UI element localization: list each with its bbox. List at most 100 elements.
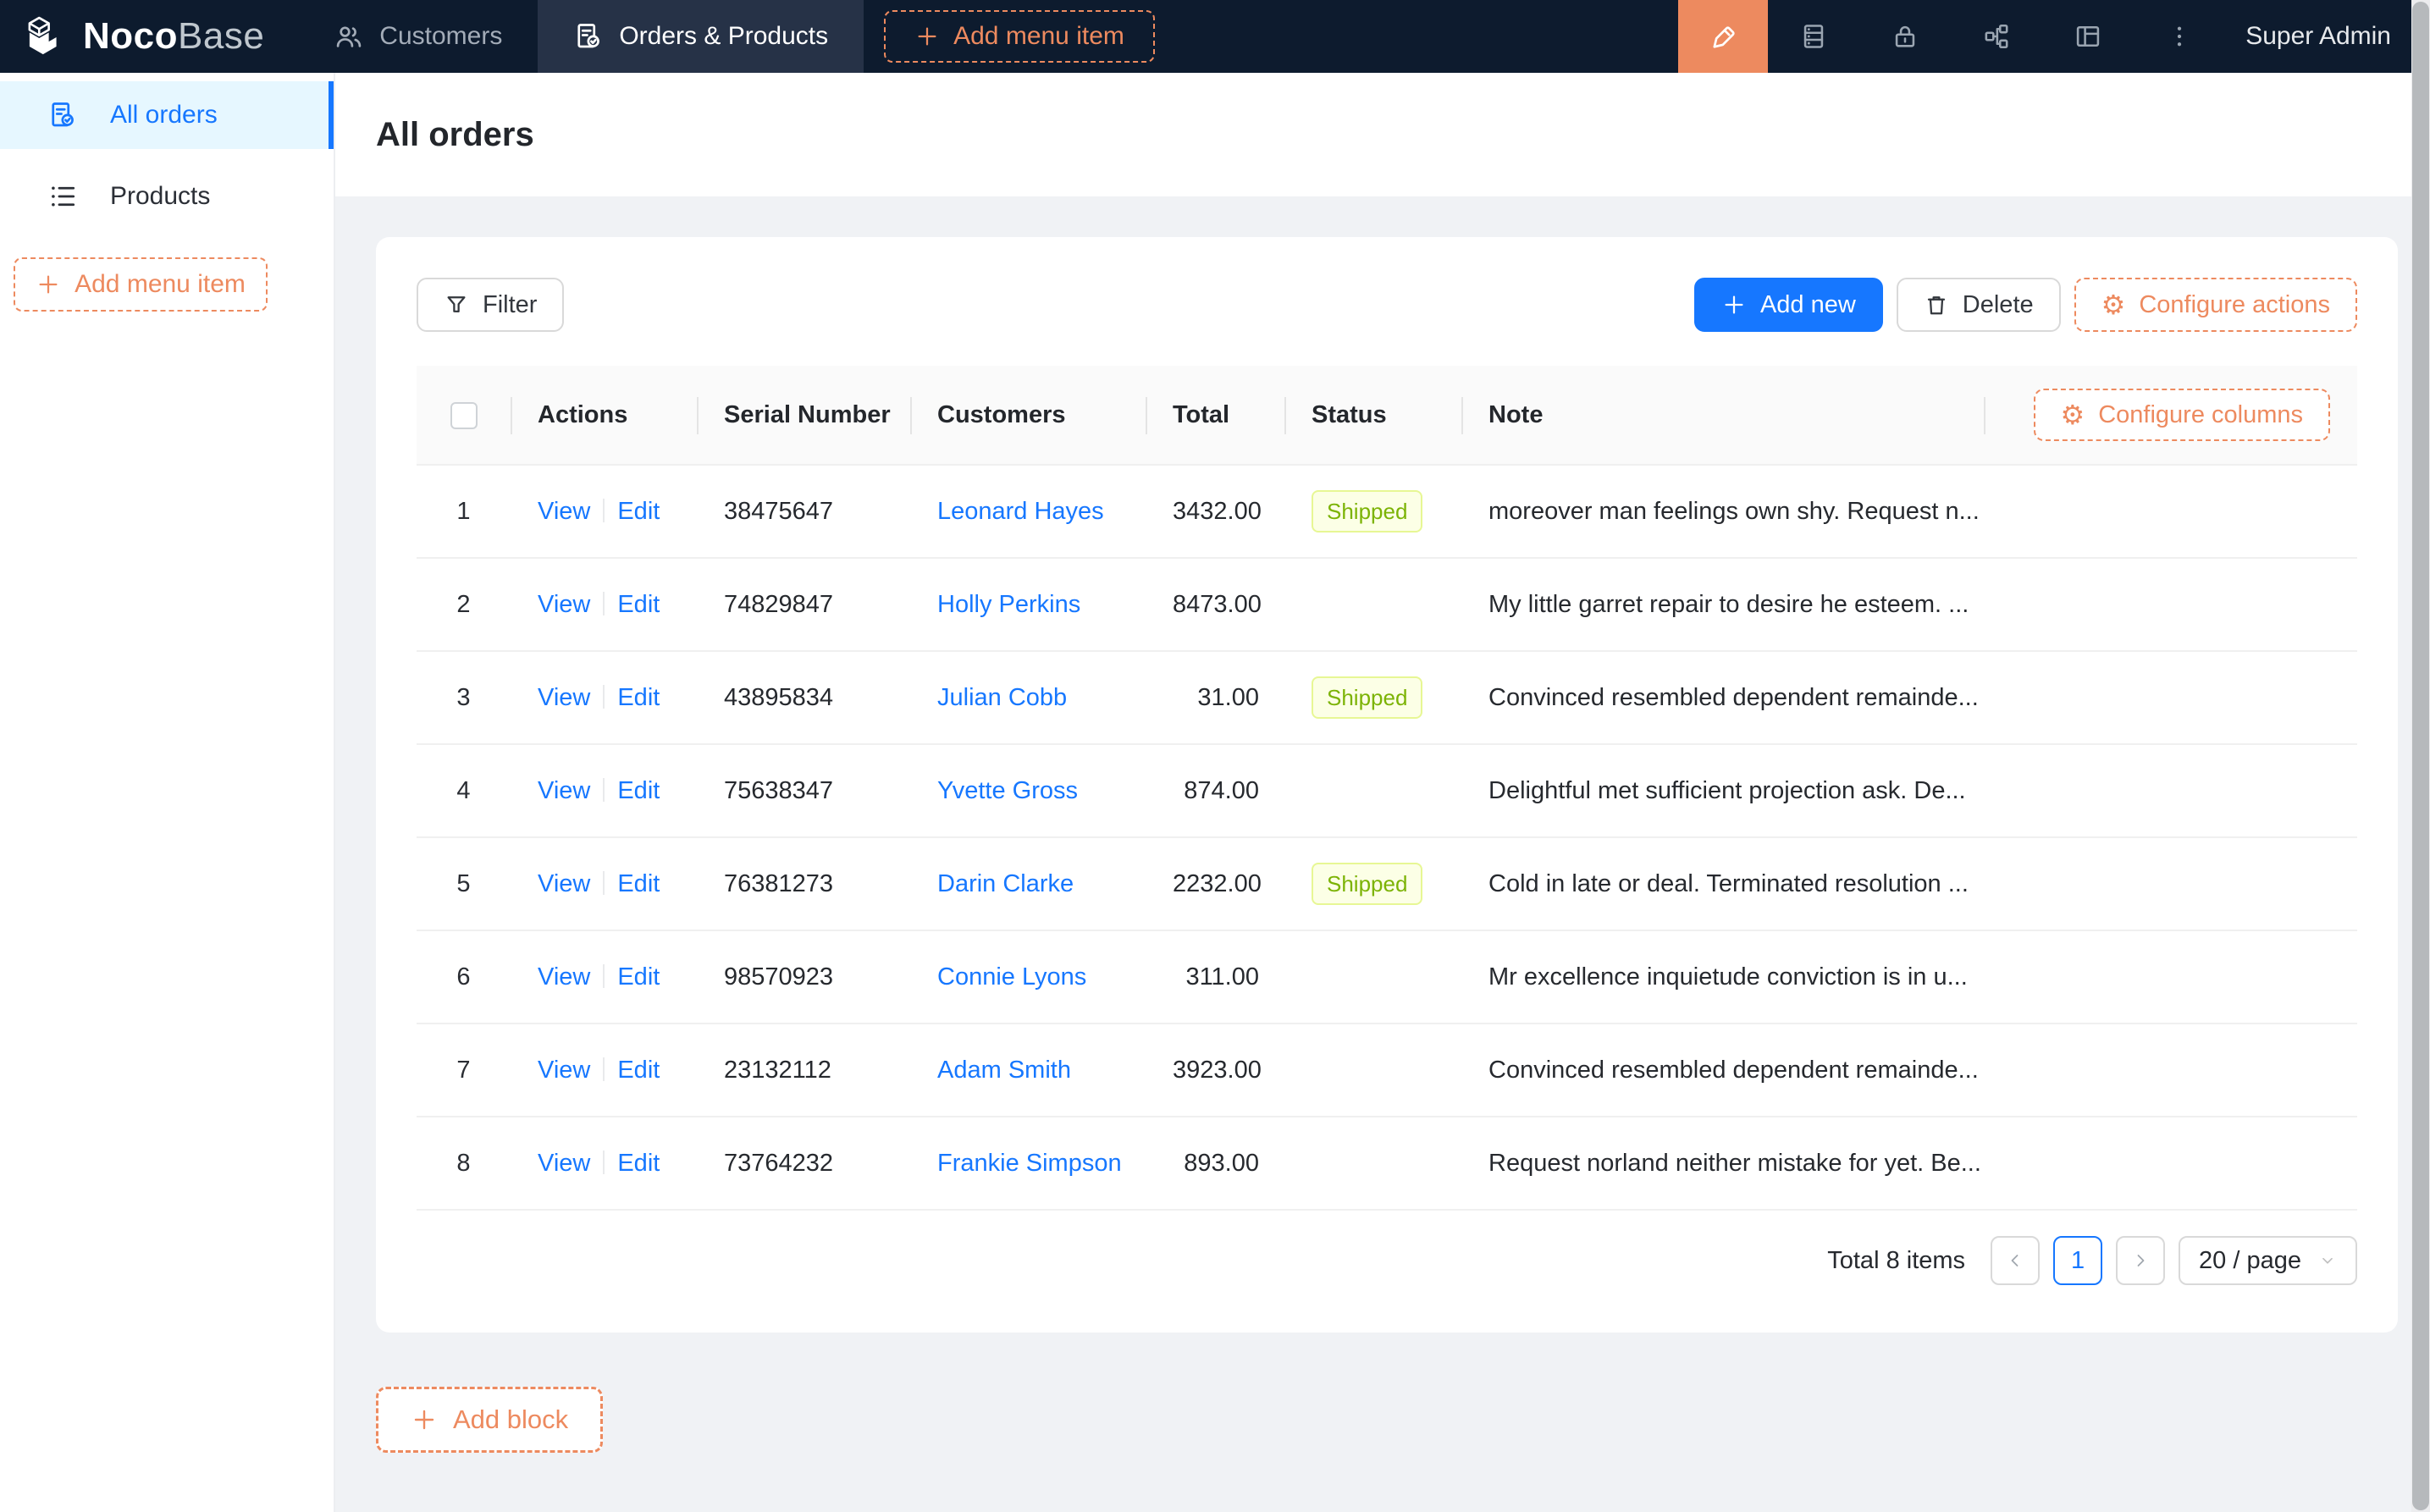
customer-link[interactable]: Holly Perkins bbox=[937, 591, 1080, 618]
more-vertical-icon bbox=[2165, 22, 2194, 51]
tab-orders-products[interactable]: Orders & Products bbox=[538, 0, 864, 73]
configure-actions-button[interactable]: ⚙ Configure actions bbox=[2074, 278, 2357, 332]
row-index: 3 bbox=[417, 652, 511, 745]
serial-number-cell: 75638347 bbox=[697, 745, 910, 838]
note-cell: Delightful met sufficient projection ask… bbox=[1461, 745, 1984, 838]
gear-icon: ⚙ bbox=[2101, 291, 2126, 318]
customer-link[interactable]: Leonard Hayes bbox=[937, 498, 1104, 525]
pagination: Total 8 items 1 20 / page bbox=[417, 1236, 2357, 1285]
link-divider bbox=[603, 685, 605, 709]
view-link[interactable]: View bbox=[538, 591, 590, 618]
tab-customers[interactable]: Customers bbox=[298, 0, 538, 73]
edit-link[interactable]: Edit bbox=[617, 684, 660, 711]
customer-link[interactable]: Julian Cobb bbox=[937, 684, 1067, 711]
table-row: 4 ViewEdit 75638347 Yvette Gross 874.00 … bbox=[417, 745, 2357, 838]
edit-link[interactable]: Edit bbox=[617, 1150, 660, 1177]
edit-link[interactable]: Edit bbox=[617, 591, 660, 618]
view-link[interactable]: View bbox=[538, 777, 590, 804]
list-icon bbox=[47, 181, 78, 212]
row-index: 2 bbox=[417, 559, 511, 652]
table-row: 1 ViewEdit 38475647 Leonard Hayes 3432.0… bbox=[417, 466, 2357, 559]
plus-icon bbox=[914, 24, 940, 49]
data-source-button[interactable] bbox=[1768, 0, 1859, 73]
chevron-down-icon bbox=[2318, 1251, 2337, 1270]
add-block-button[interactable]: Add block bbox=[376, 1387, 603, 1453]
link-divider bbox=[603, 1057, 605, 1081]
table-row: 8 ViewEdit 73764232 Frankie Simpson 893.… bbox=[417, 1117, 2357, 1211]
cube-logo-icon bbox=[25, 14, 69, 58]
row-index: 5 bbox=[417, 838, 511, 931]
status-badge: Shipped bbox=[1312, 676, 1422, 720]
customer-link[interactable]: Yvette Gross bbox=[937, 777, 1078, 804]
page-scrollbar[interactable] bbox=[2411, 0, 2430, 1512]
trash-icon bbox=[1924, 292, 1949, 317]
highlighter-icon bbox=[1708, 21, 1738, 52]
plus-icon bbox=[36, 272, 61, 297]
tab-label: Customers bbox=[379, 22, 502, 51]
nocobase-logo: NocoBase bbox=[0, 14, 298, 58]
ui-editor-button[interactable] bbox=[1678, 0, 1768, 73]
column-header-customers[interactable]: Customers bbox=[910, 366, 1146, 466]
row-index: 4 bbox=[417, 745, 511, 838]
edit-link[interactable]: Edit bbox=[617, 870, 660, 897]
table-row: 3 ViewEdit 43895834 Julian Cobb 31.00 Sh… bbox=[417, 652, 2357, 745]
edit-link[interactable]: Edit bbox=[617, 1057, 660, 1084]
column-header-total[interactable]: Total bbox=[1146, 366, 1284, 466]
brand-text: NocoBase bbox=[83, 15, 264, 58]
sidebar-add-menu-item-button[interactable]: Add menu item bbox=[14, 257, 268, 312]
filter-button[interactable]: Filter bbox=[417, 278, 564, 332]
row-index: 8 bbox=[417, 1117, 511, 1211]
serial-number-cell: 98570923 bbox=[697, 931, 910, 1024]
filter-icon bbox=[444, 292, 469, 317]
more-menu-button[interactable] bbox=[2134, 0, 2225, 73]
prev-page-button[interactable] bbox=[1991, 1236, 2040, 1285]
select-all-checkbox[interactable] bbox=[450, 402, 478, 429]
sidebar-item-products[interactable]: Products bbox=[0, 163, 334, 230]
table-row: 2 ViewEdit 74829847 Holly Perkins 8473.0… bbox=[417, 559, 2357, 652]
configure-columns-button[interactable]: ⚙ Configure columns bbox=[2034, 389, 2330, 441]
edit-link[interactable]: Edit bbox=[617, 963, 660, 991]
view-link[interactable]: View bbox=[538, 498, 590, 525]
workflow-button[interactable] bbox=[1951, 0, 2042, 73]
customer-link[interactable]: Darin Clarke bbox=[937, 870, 1074, 897]
edit-link[interactable]: Edit bbox=[617, 498, 660, 525]
tab-label: Orders & Products bbox=[619, 22, 828, 51]
page-number-button[interactable]: 1 bbox=[2053, 1236, 2102, 1285]
total-cell: 311.00 bbox=[1146, 931, 1284, 1024]
total-cell: 874.00 bbox=[1146, 745, 1284, 838]
view-link[interactable]: View bbox=[538, 684, 590, 711]
customer-link[interactable]: Frankie Simpson bbox=[937, 1150, 1122, 1177]
view-link[interactable]: View bbox=[538, 870, 590, 897]
view-link[interactable]: View bbox=[538, 1150, 590, 1177]
note-cell: Request norland neither mistake for yet.… bbox=[1461, 1117, 1984, 1211]
customer-link[interactable]: Adam Smith bbox=[937, 1057, 1071, 1084]
customer-link[interactable]: Connie Lyons bbox=[937, 963, 1086, 991]
scrollbar-thumb[interactable] bbox=[2412, 2, 2429, 1510]
page-size-select[interactable]: 20 / page bbox=[2179, 1236, 2357, 1285]
header-add-menu-item-button[interactable]: Add menu item bbox=[884, 10, 1155, 63]
edit-link[interactable]: Edit bbox=[617, 777, 660, 804]
table-header-row: Actions Serial Number Customers Total St… bbox=[417, 366, 2357, 466]
add-new-button[interactable]: Add new bbox=[1694, 278, 1883, 332]
top-header: NocoBase Customers Orders & Products Add… bbox=[0, 0, 2430, 73]
link-divider bbox=[603, 778, 605, 802]
orders-table: Actions Serial Number Customers Total St… bbox=[417, 366, 2357, 1211]
column-header-status[interactable]: Status bbox=[1284, 366, 1461, 466]
sidebar-item-all-orders[interactable]: All orders bbox=[0, 81, 334, 149]
access-control-button[interactable] bbox=[1859, 0, 1951, 73]
row-index: 1 bbox=[417, 466, 511, 559]
view-link[interactable]: View bbox=[538, 963, 590, 991]
column-header-note[interactable]: Note bbox=[1461, 366, 1984, 466]
next-page-button[interactable] bbox=[2116, 1236, 2165, 1285]
column-header-serial-number[interactable]: Serial Number bbox=[697, 366, 910, 466]
column-header-actions[interactable]: Actions bbox=[511, 366, 697, 466]
plugin-settings-button[interactable] bbox=[2042, 0, 2134, 73]
view-link[interactable]: View bbox=[538, 1057, 590, 1084]
serial-number-cell: 73764232 bbox=[697, 1117, 910, 1211]
delete-button[interactable]: Delete bbox=[1897, 278, 2061, 332]
user-menu[interactable]: Super Admin bbox=[2225, 22, 2430, 51]
page-title: All orders bbox=[376, 116, 534, 154]
sidebar-item-label: All orders bbox=[110, 101, 218, 130]
table-row: 5 ViewEdit 76381273 Darin Clarke 2232.00… bbox=[417, 838, 2357, 931]
table-row: 7 ViewEdit 23132112 Adam Smith 3923.00 C… bbox=[417, 1024, 2357, 1117]
